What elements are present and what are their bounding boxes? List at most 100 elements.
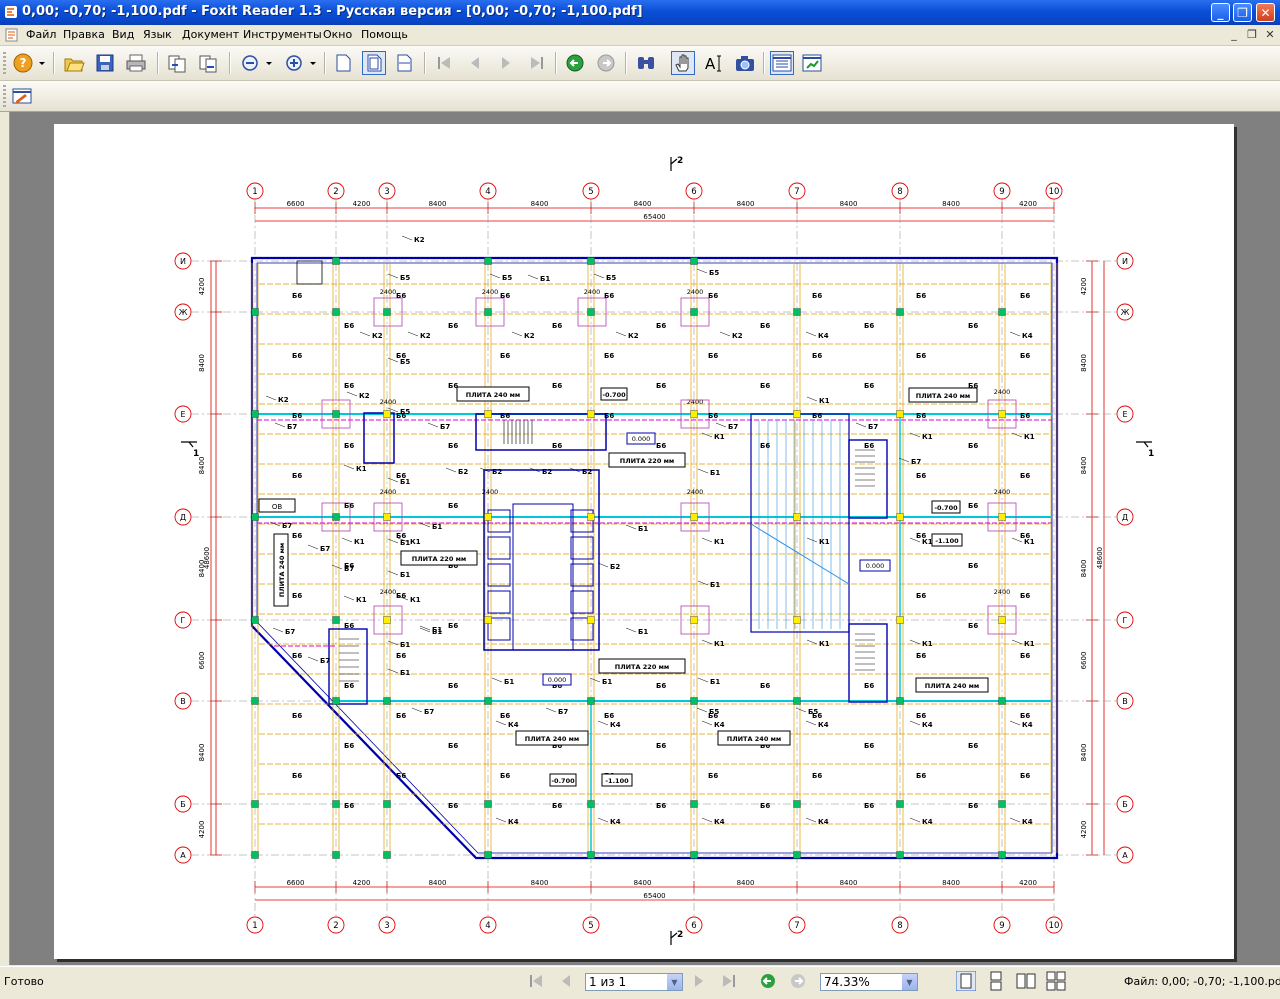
first-page-button[interactable] xyxy=(432,51,456,75)
menu-view[interactable]: Вид xyxy=(112,28,134,41)
element-tag-b6: Б6 xyxy=(292,532,302,540)
element-tag-b6: Б6 xyxy=(968,802,978,810)
continuous-facing-layout-button[interactable] xyxy=(1046,967,1066,995)
element-tag-b1: Б1 xyxy=(710,581,720,589)
thumbnails-button[interactable] xyxy=(800,51,824,75)
actual-size-button[interactable] xyxy=(331,51,355,75)
prev-page-button[interactable] xyxy=(463,51,487,75)
last-page-icon xyxy=(723,975,735,987)
element-tag-b6: Б6 xyxy=(916,592,926,600)
column xyxy=(896,616,904,624)
column xyxy=(587,851,595,859)
last-page-button[interactable] xyxy=(525,51,549,75)
minimize-button[interactable]: _ xyxy=(1211,3,1230,22)
continuous-layout-button[interactable] xyxy=(986,967,1006,995)
element-tag-leader xyxy=(1009,817,1021,823)
forward-button[interactable] xyxy=(594,51,618,75)
menu-help[interactable]: Помощь xyxy=(361,28,408,41)
element-tag-leader xyxy=(697,580,709,586)
menu-language[interactable]: Язык xyxy=(143,28,172,41)
element-tag-b6: Б6 xyxy=(396,472,406,480)
toolbar-grip[interactable] xyxy=(3,52,6,74)
column-axis-label: 2 xyxy=(333,187,338,197)
element-tag-b6: Б6 xyxy=(396,712,406,720)
element-tag-leader xyxy=(419,627,431,633)
menu-edit[interactable]: Правка xyxy=(63,28,105,41)
elevator-cell xyxy=(570,563,594,587)
zoom-combo[interactable]: 74.33% ▼ xyxy=(820,973,918,991)
element-tag-b1: Б1 xyxy=(432,523,442,531)
row-axis-label: Ж xyxy=(1121,308,1130,317)
menu-tools[interactable]: Инструменты xyxy=(243,28,322,41)
column xyxy=(383,410,391,418)
element-tag-leader xyxy=(615,331,627,337)
element-tag-leader xyxy=(805,817,817,823)
fit-width-button[interactable] xyxy=(392,51,416,75)
element-tag-b6: Б6 xyxy=(968,562,978,570)
facing-layout-button[interactable] xyxy=(1016,967,1036,995)
element-tag-b6: Б6 xyxy=(1020,472,1030,480)
status-back-button[interactable] xyxy=(759,967,777,995)
zoom-in-button[interactable] xyxy=(281,51,319,75)
help-button[interactable]: ? xyxy=(10,51,48,75)
element-tag-b6: Б6 xyxy=(812,712,822,720)
status-last-page-button[interactable] xyxy=(720,967,738,995)
hand-tool-button[interactable] xyxy=(671,51,695,75)
element-tag-b6: Б6 xyxy=(344,502,354,510)
element-tag-b6: Б6 xyxy=(812,292,822,300)
save-button[interactable] xyxy=(93,51,117,75)
find-button[interactable] xyxy=(634,51,658,75)
element-tag-leader xyxy=(701,817,713,823)
column xyxy=(251,308,259,316)
column xyxy=(587,257,595,265)
column-axis-label: 3 xyxy=(384,921,389,931)
column xyxy=(998,800,1006,808)
next-page-button[interactable] xyxy=(494,51,518,75)
maximize-button[interactable]: ❐ xyxy=(1233,3,1252,22)
select-text-button[interactable]: A xyxy=(702,51,726,75)
help-icon: ? xyxy=(13,53,45,73)
row-axis-label: Б xyxy=(180,800,186,809)
menu-window[interactable]: Окно xyxy=(323,28,352,41)
column xyxy=(383,513,391,521)
title-bar[interactable]: 0,00; -0,70; -1,100.pdf - Foxit Reader 1… xyxy=(0,0,1280,25)
status-next-page-button[interactable] xyxy=(690,967,708,995)
element-tag-k4: К4 xyxy=(1022,818,1033,826)
status-prev-page-button[interactable] xyxy=(557,967,575,995)
pdf-page[interactable]: 6600 4200 8400 8400 8400 8400 8400 8400 4200 6540… xyxy=(54,124,1234,959)
menu-file[interactable]: Файл xyxy=(26,28,56,41)
prev-view-button[interactable] xyxy=(165,51,189,75)
zoom-out-button[interactable] xyxy=(237,51,275,75)
back-button[interactable] xyxy=(563,51,587,75)
menu-document[interactable]: Документ xyxy=(182,28,239,41)
page-number-combo[interactable]: 1 из 1 ▼ xyxy=(585,973,683,991)
edit-document-button[interactable] xyxy=(10,84,34,108)
chevron-down-icon[interactable]: ▼ xyxy=(902,974,917,990)
mdi-minimize-button[interactable]: _ xyxy=(1226,27,1242,42)
span-label: 8400 xyxy=(942,200,960,208)
element-tag-k4: К4 xyxy=(818,332,829,340)
toolbar-grip[interactable] xyxy=(3,85,6,107)
mdi-restore-button[interactable]: ❐ xyxy=(1244,27,1260,42)
local-dim-label: 2400 xyxy=(687,288,704,296)
element-tag-k1: К1 xyxy=(922,433,933,441)
column xyxy=(793,616,801,624)
column xyxy=(251,410,259,418)
mdi-close-button[interactable]: ✕ xyxy=(1262,27,1278,42)
status-forward-button[interactable] xyxy=(789,967,807,995)
chevron-down-icon[interactable]: ▼ xyxy=(667,974,682,990)
open-button[interactable] xyxy=(62,51,86,75)
snapshot-button[interactable] xyxy=(733,51,757,75)
single-page-layout-button[interactable] xyxy=(956,967,976,995)
snapshot-icon xyxy=(736,56,754,71)
fit-page-button[interactable] xyxy=(362,51,386,75)
element-tag-k1: К1 xyxy=(354,538,365,546)
bookmarks-button[interactable] xyxy=(770,51,794,75)
element-tag-b7: Б7 xyxy=(440,423,450,431)
navigation-panel-edge[interactable] xyxy=(0,112,10,965)
element-tag-b6: Б6 xyxy=(1020,532,1030,540)
close-button[interactable]: ✕ xyxy=(1256,3,1275,22)
print-button[interactable] xyxy=(124,51,148,75)
next-view-button[interactable] xyxy=(196,51,220,75)
status-first-page-button[interactable] xyxy=(527,967,545,995)
